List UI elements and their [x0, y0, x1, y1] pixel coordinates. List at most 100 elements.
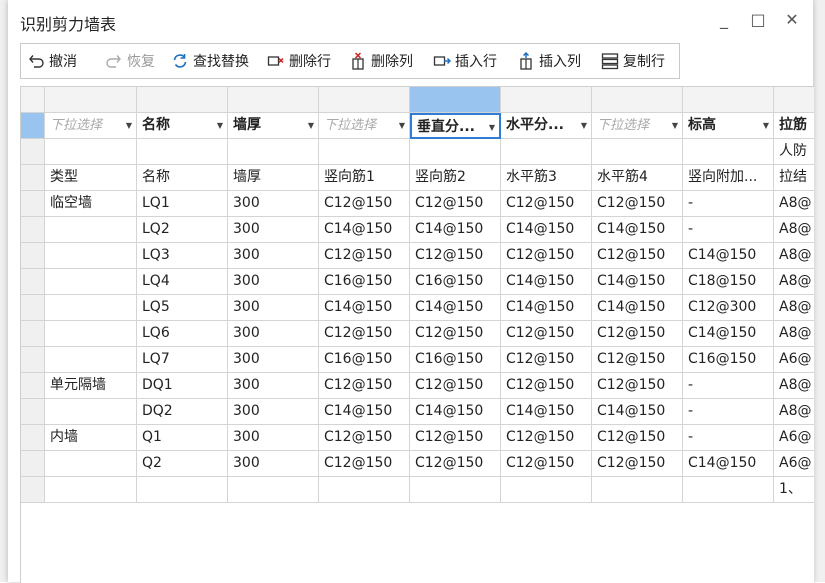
table-cell[interactable]: 300	[228, 425, 319, 451]
table-cell[interactable]: DQ1	[137, 373, 228, 399]
table-cell[interactable]: C12@150	[319, 373, 410, 399]
row-header[interactable]	[21, 269, 45, 295]
column-header[interactable]	[228, 87, 319, 113]
table-cell[interactable]: C12@150	[592, 191, 683, 217]
row-header[interactable]	[21, 191, 45, 217]
table-cell[interactable]	[683, 477, 774, 503]
table-cell[interactable]: C12@150	[592, 321, 683, 347]
table-cell[interactable]: C12@150	[501, 321, 592, 347]
column-header[interactable]	[319, 87, 410, 113]
dropdown-arrow-icon[interactable]: ▼	[581, 113, 587, 138]
table-cell[interactable]: A8@	[774, 269, 814, 295]
redo-button[interactable]: 恢复	[105, 44, 155, 78]
table-cell[interactable]: C12@150	[410, 451, 501, 477]
table-cell[interactable]: C12@150	[592, 425, 683, 451]
table-cell[interactable]: 单元隔墙	[45, 373, 137, 399]
row-header[interactable]	[21, 165, 45, 191]
table-cell[interactable]: DQ2	[137, 399, 228, 425]
table-cell[interactable]	[45, 321, 137, 347]
table-cell[interactable]: C14@150	[410, 399, 501, 425]
table-cell[interactable]: C16@150	[410, 269, 501, 295]
table-cell[interactable]: 竖向筋2	[410, 165, 501, 191]
table-cell[interactable]: C14@150	[501, 399, 592, 425]
table-cell[interactable]	[45, 139, 137, 165]
table-cell[interactable]	[683, 139, 774, 165]
table-cell[interactable]: C16@150	[410, 347, 501, 373]
table-cell[interactable]: 300	[228, 373, 319, 399]
table-cell[interactable]: 竖向附加...	[683, 165, 774, 191]
table-cell[interactable]: A8@	[774, 373, 814, 399]
table-cell[interactable]: LQ7	[137, 347, 228, 373]
table-cell[interactable]: 名称	[137, 165, 228, 191]
table-cell[interactable]: C12@150	[592, 373, 683, 399]
table-cell[interactable]: C14@150	[501, 217, 592, 243]
table-cell[interactable]: C12@150	[319, 321, 410, 347]
table-cell[interactable]	[45, 295, 137, 321]
table-cell[interactable]: 300	[228, 451, 319, 477]
table-cell[interactable]: C14@150	[319, 217, 410, 243]
table-cell[interactable]: LQ3	[137, 243, 228, 269]
table-cell[interactable]: C14@150	[319, 295, 410, 321]
table-cell[interactable]: 人防	[774, 139, 814, 165]
delete-column-button[interactable]: 删除列	[349, 44, 413, 78]
table-cell[interactable]: C12@150	[501, 425, 592, 451]
table-cell[interactable]	[45, 477, 137, 503]
table-cell[interactable]	[137, 139, 228, 165]
table-cell[interactable]: LQ5	[137, 295, 228, 321]
table-cell[interactable]: 内墙	[45, 425, 137, 451]
table-cell[interactable]: C14@150	[592, 269, 683, 295]
table-cell[interactable]: A8@	[774, 321, 814, 347]
row-header[interactable]	[21, 295, 45, 321]
table-cell[interactable]: C12@150	[319, 191, 410, 217]
table-cell[interactable]: -	[683, 373, 774, 399]
table-cell[interactable]: C14@150	[410, 217, 501, 243]
table-cell[interactable]	[45, 243, 137, 269]
table-cell[interactable]	[410, 139, 501, 165]
dropdown-arrow-icon[interactable]: ▼	[489, 115, 495, 137]
table-cell[interactable]: 300	[228, 243, 319, 269]
table-cell[interactable]: C12@150	[592, 451, 683, 477]
table-cell[interactable]: C16@150	[683, 347, 774, 373]
column-type-dropdown[interactable]: 下拉选择 ▼	[592, 113, 683, 139]
table-cell[interactable]: 水平筋3	[501, 165, 592, 191]
table-cell[interactable]: C12@150	[501, 243, 592, 269]
table-cell[interactable]: Q1	[137, 425, 228, 451]
table-cell[interactable]	[45, 217, 137, 243]
table-cell[interactable]: C14@150	[319, 399, 410, 425]
row-header[interactable]	[21, 217, 45, 243]
table-cell[interactable]: C12@150	[592, 347, 683, 373]
table-cell[interactable]: C18@150	[683, 269, 774, 295]
table-cell[interactable]: 临空墙	[45, 191, 137, 217]
table-cell[interactable]	[45, 347, 137, 373]
row-header[interactable]	[21, 451, 45, 477]
table-cell[interactable]: A6@	[774, 451, 814, 477]
table-cell[interactable]	[228, 477, 319, 503]
table-cell[interactable]: C14@150	[683, 243, 774, 269]
table-cell[interactable]: C12@300	[683, 295, 774, 321]
table-cell[interactable]	[45, 451, 137, 477]
table-cell[interactable]: 300	[228, 399, 319, 425]
table-cell[interactable]: C12@150	[319, 425, 410, 451]
table-cell[interactable]: 300	[228, 217, 319, 243]
insert-column-button[interactable]: 插入列	[517, 44, 581, 78]
row-header[interactable]	[21, 113, 45, 139]
dropdown-arrow-icon[interactable]: ▼	[763, 113, 769, 138]
table-cell[interactable]: 1、	[774, 477, 814, 503]
table-cell[interactable]	[501, 477, 592, 503]
table-cell[interactable]	[319, 139, 410, 165]
column-header[interactable]	[774, 87, 814, 113]
table-cell[interactable]: 竖向筋1	[319, 165, 410, 191]
column-header[interactable]	[683, 87, 774, 113]
table-cell[interactable]: -	[683, 399, 774, 425]
table-cell[interactable]	[410, 477, 501, 503]
table-cell[interactable]: C12@150	[410, 243, 501, 269]
row-header[interactable]	[21, 321, 45, 347]
table-cell[interactable]: LQ4	[137, 269, 228, 295]
table-cell[interactable]: C12@150	[410, 321, 501, 347]
column-header[interactable]	[45, 87, 137, 113]
table-cell[interactable]: A8@	[774, 399, 814, 425]
table-cell[interactable]: C14@150	[592, 399, 683, 425]
table-cell[interactable]: C14@150	[501, 295, 592, 321]
table-cell[interactable]: C12@150	[319, 451, 410, 477]
table-cell[interactable]: C14@150	[683, 451, 774, 477]
